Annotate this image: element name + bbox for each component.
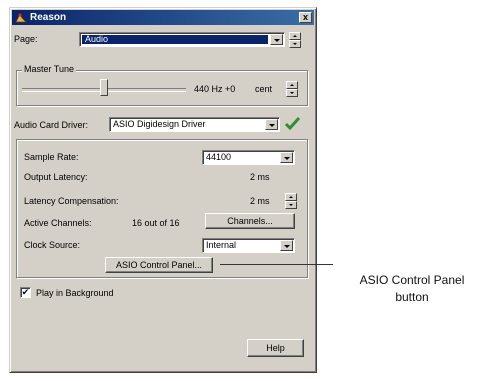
arrow-up-icon: [289, 196, 293, 198]
asio-control-panel-button[interactable]: ASIO Control Panel...: [105, 257, 213, 273]
latency-compensation-spinner[interactable]: [285, 193, 297, 209]
master-tune-label: Master Tune: [22, 64, 77, 75]
checkbox-check-icon: ✔: [21, 287, 30, 297]
clock-source-value: Internal: [206, 240, 237, 250]
arrow-up-icon: [290, 84, 294, 86]
callout-annotation: ASIO Control Panel button: [338, 272, 486, 306]
clock-source-select[interactable]: Internal: [202, 238, 295, 253]
close-button[interactable]: x: [299, 12, 312, 23]
output-latency-label: Output Latency:: [24, 172, 88, 182]
sample-rate-value: 44100: [206, 152, 232, 162]
page-select-highlight: [82, 35, 268, 44]
driver-dropdown-button[interactable]: [265, 119, 278, 130]
clock-source-dropdown-button[interactable]: [280, 240, 293, 251]
chevron-down-icon: [284, 245, 290, 248]
arrow-up-icon: [293, 35, 297, 37]
arrow-down-icon: [289, 204, 293, 206]
latency-compensation-value: 2 ms: [250, 196, 270, 206]
sample-rate-label: Sample Rate:: [24, 152, 79, 162]
active-channels-label: Active Channels:: [24, 218, 92, 228]
audio-card-driver-select[interactable]: ASIO Digidesign Driver: [109, 117, 280, 132]
sample-rate-dropdown-button[interactable]: [280, 152, 293, 163]
clock-source-label: Clock Source:: [24, 240, 81, 250]
checkmark-icon: [284, 116, 301, 131]
page-select-value: Audio: [85, 34, 109, 44]
play-in-background-checkbox[interactable]: ✔: [20, 287, 31, 298]
audio-card-driver-value: ASIO Digidesign Driver: [113, 119, 206, 129]
callout-line-2: button: [395, 290, 429, 304]
help-button[interactable]: Help: [247, 339, 304, 357]
master-tune-spinner[interactable]: [286, 81, 298, 97]
active-channels-value: 16 out of 16: [132, 218, 180, 228]
tune-spin-down[interactable]: [286, 89, 298, 97]
arrow-down-icon: [290, 92, 294, 94]
chevron-down-icon: [274, 39, 280, 42]
callout-leader-line: [220, 264, 333, 265]
page-spinner[interactable]: [289, 32, 301, 48]
reason-app-icon: [15, 13, 27, 23]
page-select-dropdown-button[interactable]: [270, 34, 283, 45]
chevron-down-icon: [269, 124, 275, 127]
page-label: Page:: [14, 34, 38, 44]
output-latency-value: 2 ms: [250, 172, 270, 182]
close-icon: x: [302, 12, 308, 22]
page-spin-down[interactable]: [289, 40, 301, 48]
channels-button[interactable]: Channels...: [205, 213, 295, 229]
page-spin-up[interactable]: [289, 32, 301, 40]
latency-compensation-label: Latency Compensation:: [24, 196, 119, 206]
latency-spin-up[interactable]: [285, 193, 297, 201]
latency-spin-down[interactable]: [285, 201, 297, 209]
page-select[interactable]: Audio: [79, 32, 285, 47]
chevron-down-icon: [284, 157, 290, 160]
tune-spin-up[interactable]: [286, 81, 298, 89]
master-tune-slider-thumb[interactable]: [100, 79, 108, 96]
master-tune-unit: cent: [255, 84, 273, 94]
callout-line-1: ASIO Control Panel: [359, 273, 465, 287]
master-tune-value: 440 Hz +0: [194, 84, 236, 94]
reason-preferences-window: Reason x Page: Audio Master Tune 440 Hz …: [9, 7, 317, 373]
play-in-background-label: Play in Background: [36, 288, 114, 298]
arrow-down-icon: [293, 43, 297, 45]
sample-rate-select[interactable]: 44100: [202, 150, 295, 165]
window-title: Reason: [30, 12, 67, 23]
audio-card-driver-label: Audio Card Driver:: [14, 120, 89, 130]
title-bar[interactable]: Reason x: [12, 10, 314, 25]
